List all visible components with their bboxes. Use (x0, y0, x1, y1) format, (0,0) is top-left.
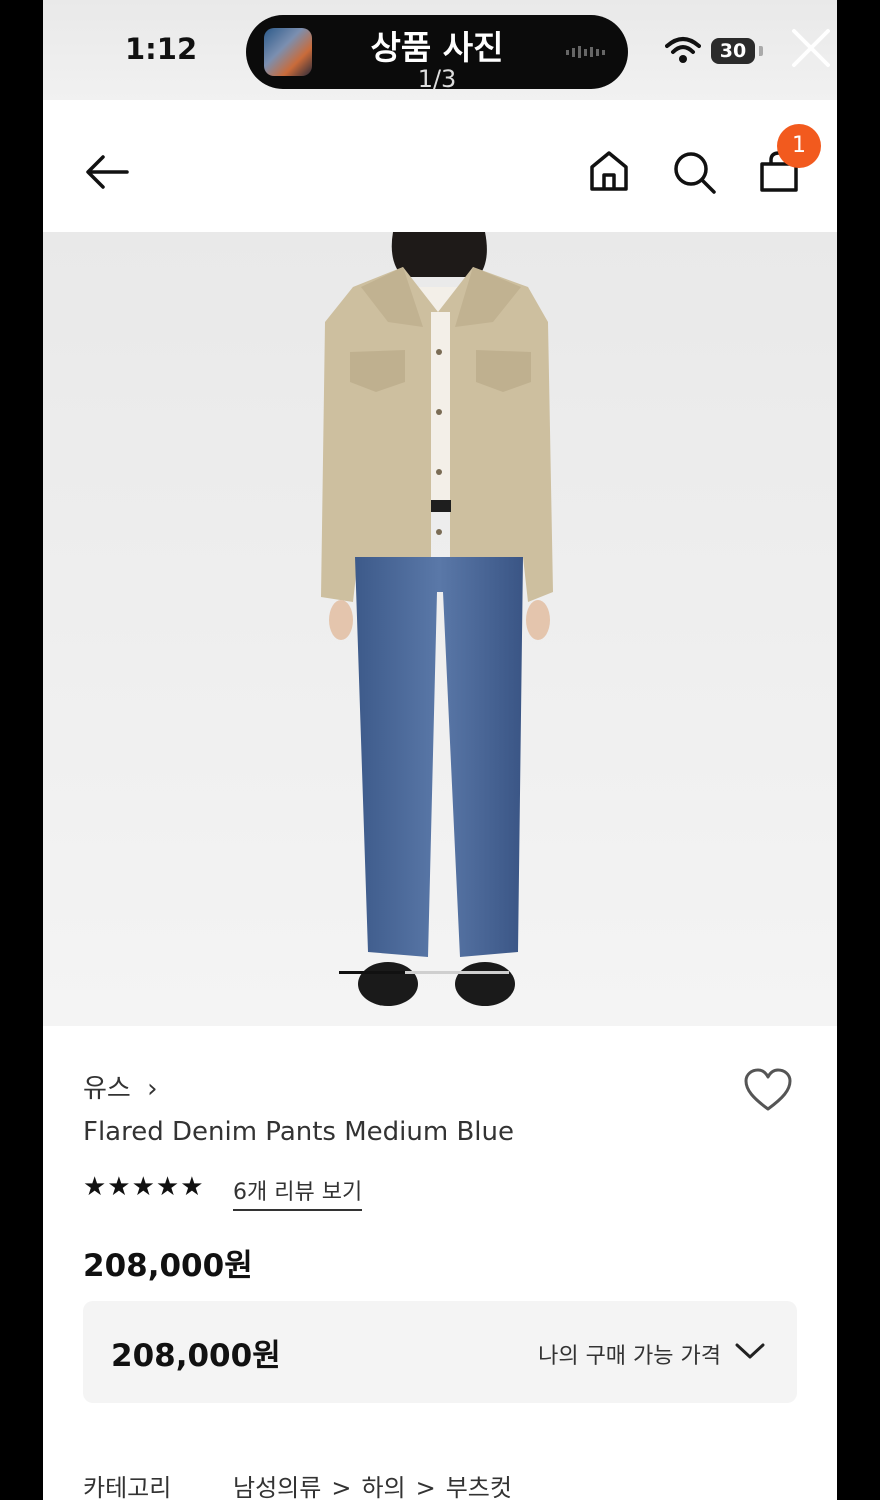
my-price-label: 나의 구매 가능 가격 (538, 1344, 721, 1369)
cart-count-badge: 1 (777, 124, 821, 168)
wifi-icon (665, 37, 701, 63)
viewer-page-indicator: 1/3 (417, 65, 457, 93)
dynamic-island[interactable]: 상품 사진 1/3 (246, 15, 628, 93)
product-image[interactable] (43, 232, 837, 1026)
home-icon[interactable] (588, 149, 630, 193)
chevron-down-icon (735, 1343, 765, 1359)
review-link[interactable]: 6개 리뷰 보기 (233, 1174, 363, 1211)
category-breadcrumb: 남성의류 > 하의 > 부츠컷 (233, 1468, 512, 1500)
battery-indicator: 30 (711, 38, 755, 64)
brand-chevron-icon: › (147, 1074, 158, 1104)
heart-icon[interactable] (743, 1068, 793, 1112)
close-icon[interactable] (791, 28, 831, 68)
brand-name: 유스 (83, 1074, 131, 1104)
back-arrow-icon[interactable] (83, 152, 131, 192)
status-time: 1:12 (125, 32, 198, 66)
product-photo (43, 232, 837, 1026)
category-crumb[interactable]: 하의 (361, 1468, 405, 1500)
category-crumb[interactable]: 부츠컷 (446, 1468, 512, 1500)
brand-link[interactable]: 유스 › (83, 1068, 158, 1105)
breadcrumb-separator: > (331, 1474, 352, 1500)
gallery-progress-active (339, 971, 405, 974)
breadcrumb-separator: > (415, 1474, 436, 1500)
app-screen: 1:12 상품 사진 1/3 30 1 유스 › Flared Denim Pa… (43, 0, 837, 1500)
app-header (43, 100, 837, 232)
my-price-box[interactable]: 208,000원 나의 구매 가능 가격 (83, 1301, 797, 1403)
my-price-value: 208,000원 (111, 1338, 281, 1374)
category-label: 카테고리 (83, 1474, 172, 1500)
rating-stars: ★★★★★ (83, 1172, 205, 1202)
category-crumb[interactable]: 남성의류 (233, 1468, 321, 1500)
product-name: Flared Denim Pants Medium Blue (83, 1117, 514, 1147)
product-price: 208,000원 (83, 1248, 253, 1284)
status-bar: 1:12 상품 사진 1/3 30 (43, 0, 837, 100)
battery-cap (759, 46, 763, 56)
search-icon[interactable] (671, 149, 717, 195)
audio-wave-icon (566, 46, 605, 58)
